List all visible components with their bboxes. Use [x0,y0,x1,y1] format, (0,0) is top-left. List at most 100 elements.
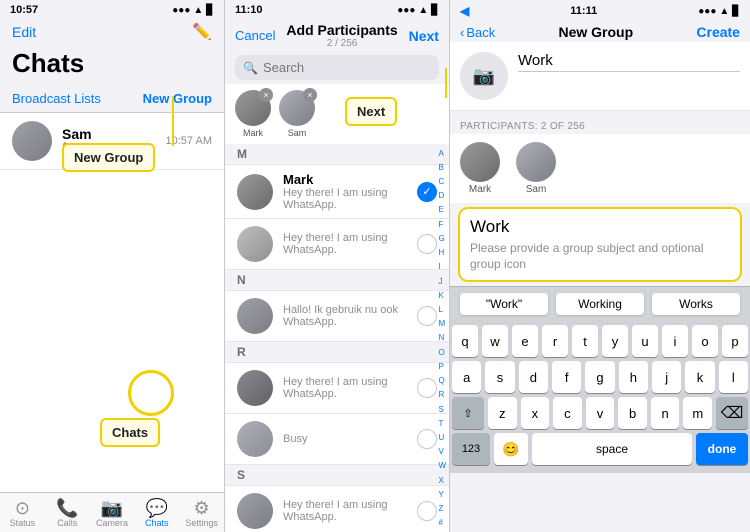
check-mark[interactable]: ✓ [417,182,437,202]
callout-arrow-new-group [172,96,174,146]
tab-chats[interactable]: 💬 Chats [134,497,179,530]
chat-list: Sam ✏️ Hello 10:57 AM [0,113,224,492]
search-bar[interactable]: 🔍 [235,55,439,80]
check-m2[interactable] [417,234,437,254]
key-i[interactable]: i [662,325,688,357]
key-d[interactable]: d [519,361,548,393]
key-v[interactable]: v [586,397,615,429]
key-x[interactable]: x [521,397,550,429]
key-g[interactable]: g [585,361,614,393]
contact-avatar-r2 [237,421,273,457]
key-w[interactable]: w [482,325,508,357]
participant-name-sam-p3: Sam [526,184,547,195]
key-h[interactable]: h [619,361,648,393]
kb-row-2: a s d f g h j k l [452,361,748,393]
check-r2[interactable] [417,429,437,449]
key-l[interactable]: l [719,361,748,393]
back-button[interactable]: ‹ Back [460,25,495,40]
tab-camera[interactable]: 📷 Camera [90,497,135,530]
done-key[interactable]: done [696,433,748,465]
contact-s1[interactable]: Hey there! I am using WhatsApp. [225,486,449,532]
contact-avatar-m2 [237,226,273,262]
section-header-m: M [225,144,449,165]
kb-row-3: ⇧ z x c v b n m ⌫ [452,397,748,429]
contact-m2[interactable]: Hey there! I am using WhatsApp. [225,219,449,270]
camera-tab-icon: 📷 [101,499,123,517]
key-b[interactable]: b [618,397,647,429]
chat-item-sam[interactable]: Sam ✏️ Hello 10:57 AM [0,113,224,170]
key-q[interactable]: q [452,325,478,357]
key-a[interactable]: a [452,361,481,393]
key-t[interactable]: t [572,325,598,357]
tab-settings[interactable]: ⚙ Settings [179,497,224,530]
key-c[interactable]: c [553,397,582,429]
edit-button[interactable]: Edit [12,24,36,40]
selected-participants-row: × Mark × Sam [225,84,449,144]
key-k[interactable]: k [685,361,714,393]
section-header-r: R [225,342,449,363]
nav-title-group: Add Participants 2 / 256 [286,22,397,49]
key-p[interactable]: p [722,325,748,357]
key-f[interactable]: f [552,361,581,393]
participant-avatar-mark-p3 [460,142,500,182]
contact-r2[interactable]: Busy [225,414,449,465]
wifi-icon-2: ▲ [418,5,428,16]
group-name-placeholder: Please provide a group subject and optio… [470,241,730,272]
cancel-button[interactable]: Cancel [235,28,275,43]
key-j[interactable]: j [652,361,681,393]
numbers-key[interactable]: 123 [452,433,490,465]
alphabet-index[interactable]: ABCDE FGHIJ KLMNO PQRST UVWXY Z# [435,144,449,532]
callout-arrow-next [445,68,447,98]
chip-label-mark: Mark [243,128,263,138]
new-group-link-top[interactable]: New Group [143,91,212,106]
key-e[interactable]: e [512,325,538,357]
broadcast-lists-link[interactable]: Broadcast Lists [12,91,101,106]
chip-remove-sam[interactable]: × [303,88,317,102]
status-tab-label: Status [10,518,36,528]
group-name-input-box[interactable]: Work Please provide a group subject and … [458,207,742,282]
check-n1[interactable] [417,306,437,326]
key-n[interactable]: n [651,397,680,429]
key-s[interactable]: s [485,361,514,393]
suggestion-work-quoted[interactable]: "Work" [460,293,548,315]
contact-n1[interactable]: Hallo! Ik gebruik nu ook WhatsApp. [225,291,449,342]
compose-icon[interactable]: ✏️ [192,22,212,42]
search-input[interactable] [263,60,431,75]
space-key[interactable]: space [532,433,692,465]
status-bar-1: 10:57 ●●● ▲ ▊ [0,0,224,18]
key-r[interactable]: r [542,325,568,357]
key-z[interactable]: z [488,397,517,429]
add-participants-title: Add Participants [286,22,397,38]
key-m[interactable]: m [683,397,712,429]
next-button[interactable]: Next [409,28,439,44]
tab-bar-1: ⊙ Status 📞 Calls 📷 Camera 💬 Chats ⚙ Sett… [0,492,224,532]
chip-avatar-sam: × [279,90,315,126]
contact-status-n1: Hallo! Ik gebruik nu ook WhatsApp. [283,304,407,328]
check-r1[interactable] [417,378,437,398]
suggestion-works[interactable]: Works [652,293,740,315]
tab-calls[interactable]: 📞 Calls [45,497,90,530]
chats-tab-icon: 💬 [146,499,168,517]
contact-r1[interactable]: Hey there! I am using WhatsApp. [225,363,449,414]
contact-avatar-mark [237,174,273,210]
contact-mark[interactable]: Mark Hey there! I am using WhatsApp. ✓ [225,165,449,219]
create-button[interactable]: Create [696,24,740,40]
key-y[interactable]: y [602,325,628,357]
key-u[interactable]: u [632,325,658,357]
chats-tab-label: Chats [145,518,169,528]
key-o[interactable]: o [692,325,718,357]
tab-status[interactable]: ⊙ Status [0,497,45,530]
camera-icon: 📷 [473,66,495,87]
camera-tab-label: Camera [96,518,128,528]
wifi-icon: ▲ [193,5,203,16]
group-icon-button[interactable]: 📷 [460,52,508,100]
chip-remove-mark[interactable]: × [259,88,273,102]
emoji-key[interactable]: 😊 [494,433,528,465]
suggestion-working[interactable]: Working [556,293,644,315]
check-s1[interactable] [417,501,437,521]
delete-key[interactable]: ⌫ [716,397,748,429]
shift-key[interactable]: ⇧ [452,397,484,429]
group-name-display[interactable]: Work [518,52,740,69]
chats-nav-bar: Edit ✏️ [0,18,224,48]
add-participants-nav: Cancel Add Participants 2 / 256 Next [225,18,449,51]
